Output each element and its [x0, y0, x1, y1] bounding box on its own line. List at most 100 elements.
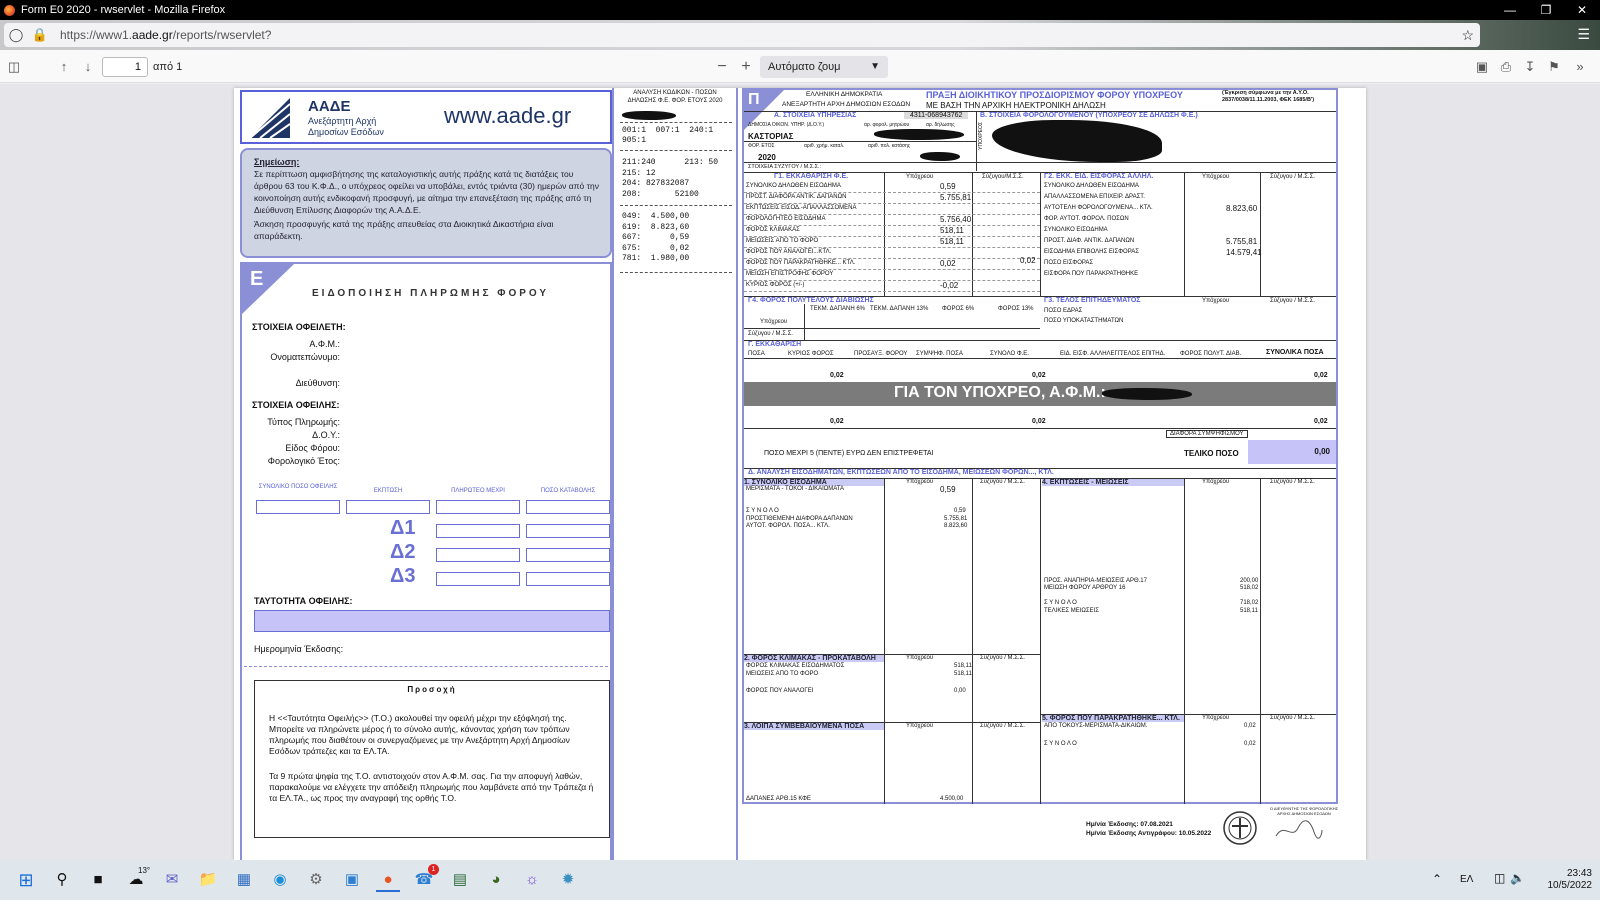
note-title: Σημείωση: — [254, 157, 300, 167]
form-divider — [1260, 172, 1261, 296]
table-row-label: ΚΥΡΙΟΣ ΦΟΡΟΣ (+/-) — [746, 282, 805, 288]
offset-difference-label: ΔΙΑΦΟΡΑ ΣΥΜΨΗΦΙΣΜΟΥ — [1166, 430, 1248, 438]
g-column-header: ΣΥΝΟΛΙΚΑ ΠΟΣΑ — [1266, 349, 1324, 356]
start-icon[interactable]: ⊞ — [14, 868, 38, 892]
clock-time: 23:43 — [1566, 868, 1592, 879]
form-divider — [1260, 478, 1261, 804]
shield-icon[interactable]: ◯ — [4, 27, 28, 43]
aade-logo-sub2: Δημοσίων Εσόδων — [308, 127, 384, 137]
table-row-value: 8.823,60 — [944, 523, 968, 529]
address-bar[interactable]: ◯ 🔒 https://www1.aade.gr/reports/rwservl… — [4, 23, 1480, 47]
table-row-value: 518,11 — [940, 226, 964, 235]
debtor-title: ΣΤΟΙΧΕΙΑ ΟΦΕΙΛΕΤΗ: — [252, 322, 346, 332]
save-icon[interactable]: ↧ — [1520, 57, 1540, 77]
app-icon[interactable]: ✹ — [556, 868, 580, 892]
messenger-icon[interactable]: ☼ — [520, 868, 544, 892]
zoom-out-icon[interactable]: − — [712, 57, 732, 77]
menu-icon[interactable]: ☰ — [1577, 26, 1590, 43]
next-page-icon[interactable]: ↓ — [78, 57, 98, 77]
zoom-select[interactable]: Αυτόματο ζουμ ▼ — [760, 56, 888, 78]
installment-1-date-field — [436, 524, 520, 538]
installment-3-date-field — [436, 572, 520, 586]
previous-page-icon[interactable]: ↑ — [54, 57, 74, 77]
aade-logo-title: ΑΑΔΕ — [308, 98, 351, 115]
minimize-button[interactable]: — — [1492, 0, 1528, 20]
g-title: Γ. ΕΚΚΑΘΑΡΙΣΗ — [748, 341, 802, 348]
d5-title: 5. ΦΟΡΟΣ ΠΟΥ ΠΑΡΑΚΡΑΤΗΘΗΚΕ... ΚΤΛ. — [1042, 715, 1184, 722]
taxpayer-side-label: ΥΠΟΧΡΕΟΣ — [978, 122, 984, 150]
window-title: Form E0 2020 - rwservlet - Mozilla Firef… — [21, 4, 226, 16]
search-icon[interactable]: ⚲ — [50, 868, 74, 892]
table-row-label: ΕΙΣΟΔΗΜΑ ΕΠΙΒΟΛΗΣ ΕΙΣΦΟΡΑΣ — [1044, 249, 1139, 255]
zoom-in-icon[interactable]: + — [736, 57, 756, 77]
d4-col-taxpayer: Υπόχρεου — [1202, 479, 1230, 485]
teams-chat-icon[interactable]: ✉ — [160, 868, 184, 892]
sidebar-toggle-icon[interactable]: ◫ — [4, 57, 24, 77]
language-indicator[interactable]: ΕΛ — [1460, 874, 1473, 885]
attention-title: Προσοχή — [407, 685, 457, 694]
g3-row-1: ΠΟΣΟ ΕΔΡΑΣ — [1044, 308, 1083, 314]
greek-emblem-icon — [1223, 811, 1257, 845]
g-column-header: ΠΟΣΑ — [748, 351, 765, 357]
task-view-icon[interactable]: ■ — [86, 868, 110, 892]
firefox-taskbar-icon[interactable]: ● — [376, 868, 400, 892]
tools-icon[interactable]: » — [1570, 57, 1590, 77]
store-icon[interactable]: ▦ — [232, 868, 256, 892]
form-divider — [744, 328, 1040, 329]
page-number-input[interactable]: 1 — [102, 57, 148, 77]
edge-icon[interactable]: ◉ — [268, 868, 292, 892]
g-column-header: ΠΡΟΣΑΥΞ. ΦΟΡΟΥ — [854, 351, 908, 357]
remote-desktop-icon[interactable]: ▣ — [340, 868, 364, 892]
table-row-label: Σ Υ Ν Ο Λ Ο — [1044, 600, 1077, 606]
calculator-icon[interactable]: ▤ — [448, 868, 472, 892]
g-column-header: ΦΟΡΟΣ ΠΟΛΥΤ. ΔΙΑΒ. — [1180, 351, 1242, 357]
doy-field-label: ΔΗΜΟΣΙΑ ΟΙΚΟΝ. ΥΠΗΡ. (Δ.Ο.Υ.) — [748, 122, 825, 128]
file-explorer-icon[interactable]: 📁 — [196, 868, 220, 892]
maximize-button[interactable]: ❐ — [1528, 0, 1564, 20]
lock-icon[interactable]: 🔒 — [28, 27, 52, 43]
row-divider — [744, 236, 1040, 237]
installment-2-amount-field — [526, 548, 610, 562]
table-row-label: ΜΕΙΩΣΕΙΣ ΑΠΟ ΤΟ ΦΟΡΟ — [746, 238, 819, 244]
redaction-scribble — [622, 111, 676, 120]
g3-title: Γ3. ΤΕΛΟΣ ΕΠΙΤΗΔΕΥΜΑΤΟΣ — [1044, 297, 1141, 304]
g1-spouse-value: 0,02 — [1020, 256, 1036, 265]
network-icon[interactable]: ◫ — [1494, 871, 1505, 885]
g1-col-taxpayer: Υπόχρεου — [906, 174, 934, 180]
settings-gear-icon[interactable]: ⚙ — [304, 868, 328, 892]
table-row-value: 518,11 — [954, 663, 972, 669]
form-divider — [1040, 478, 1041, 804]
debtor-afm-label: Α.Φ.Μ.: — [309, 339, 340, 349]
bookmark-star-icon[interactable]: ☆ — [1461, 27, 1474, 44]
close-button[interactable]: ✕ — [1564, 0, 1600, 20]
section-letter: Ε — [250, 268, 264, 290]
form-divider — [884, 478, 885, 804]
clock[interactable]: 23:43 10/5/2022 — [1548, 868, 1593, 892]
note-text-2: Άσκηση προσφυγής κατά της πράξης απευθεί… — [254, 219, 554, 241]
bookmark-icon[interactable]: ⚑ — [1544, 57, 1564, 77]
table-row-value: 5.756,40 — [940, 215, 972, 224]
code-analysis-header-2: ΔΗΛΩΣΗΣ Φ.Ε. ΦΟΡ. ΕΤΟΥΣ 2020 — [627, 98, 723, 104]
tax-assessment-form: Π ΕΛΛΗΝΙΚΗ ΔΗΜΟΚΡΑΤΙΑ ΑΝΕΞΑΡΤΗΤΗ ΑΡΧΗ ΔΗ… — [742, 88, 1338, 804]
presentation-mode-icon[interactable]: ▣ — [1472, 57, 1492, 77]
tax-year-label: Φορολογικό Έτος: — [267, 456, 340, 466]
print-icon[interactable]: ⎙ — [1496, 57, 1516, 77]
payment-notice: Ε ΕΙΔΟΠΟΙΗΣΗ ΠΛΗΡΩΜΗΣ ΦΟΡΟΥ ΣΤΟΙΧΕΙΑ ΟΦΕ… — [240, 262, 612, 862]
chevron-up-icon[interactable]: ⌃ — [1432, 872, 1442, 886]
doy-value: ΚΑΣΤΟΡΙΑΣ — [748, 132, 794, 141]
xbox-icon[interactable]: ◕ — [484, 868, 508, 892]
g-column-header: ΕΙΔ. ΕΙΣΦ. ΑΛΛΗΛΕΓΓ. — [1060, 351, 1123, 357]
code-divider — [620, 205, 732, 206]
g2-title: Γ2. ΕΚΚ. ΕΙΔ. ΕΙΣΦΟΡΑΣ ΑΛΛΗΛ. — [1044, 173, 1154, 180]
d3-row-value: 4.500,00 — [940, 796, 964, 802]
debt-id-title: ΤΑΥΤΟΤΗΤΑ ΟΦΕΙΛΗΣ: — [254, 596, 353, 606]
installment-1-amount-field — [526, 524, 610, 538]
table-row-label: ΜΕΙΩΣΗ ΕΠΙΣΤΡΟΦΗΣ ΦΟΡΟΥ — [746, 271, 834, 277]
d1-col-spouse: Σύζυγου / Μ.Σ.Σ. — [980, 479, 1025, 485]
code-divider — [620, 272, 732, 273]
table-row-label: ΦΟΡΟΛΟΓΗΤΕΟ ΕΙΣΟΔΗΜΑ — [746, 216, 826, 222]
row-divider — [744, 280, 1040, 281]
debt-title: ΣΤΟΙΧΕΙΑ ΟΦΕΙΛΗΣ: — [252, 400, 340, 410]
volume-icon[interactable]: 🔈 — [1510, 871, 1525, 885]
section-a-code: 4311-068943762 — [904, 112, 969, 119]
